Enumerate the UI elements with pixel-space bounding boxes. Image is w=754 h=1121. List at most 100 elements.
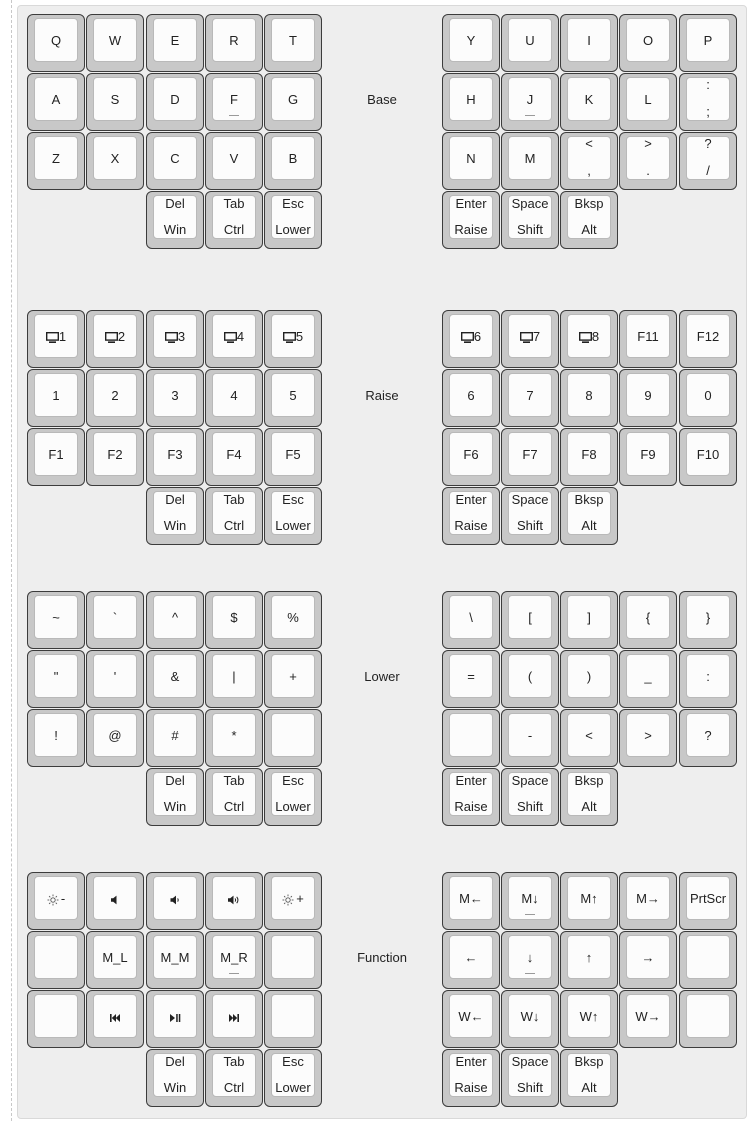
key-label: F4 — [226, 447, 242, 462]
key-label: - — [28, 891, 84, 907]
key-function-right-r1-c3: → — [619, 931, 677, 989]
layer-name-function: Function — [357, 950, 407, 965]
desktop-icon — [164, 329, 178, 344]
prev-track-icon — [109, 1009, 121, 1024]
key-raise-left-r0-c0: 1 — [27, 310, 85, 368]
key-label: 7 — [502, 329, 558, 345]
key-hold-label: Ctrl — [223, 222, 245, 237]
key-label: M← — [459, 891, 483, 906]
key-label: M_M — [160, 950, 190, 965]
key-label: W↑ — [579, 1009, 599, 1024]
key-label: - — [527, 728, 533, 743]
key-label: 7 — [526, 388, 534, 403]
key-function-left-r0-c4: + — [264, 872, 322, 930]
key-label — [206, 1009, 262, 1025]
key-label: M_R — [220, 950, 248, 965]
key-tap-label: Space — [511, 196, 549, 211]
play-pause-icon — [169, 1009, 181, 1024]
key-function-left-r0-c2 — [146, 872, 204, 930]
key-label: X — [110, 151, 120, 166]
key-lower-left-r0-c1: ` — [86, 591, 144, 649]
key-base-right-r0-c2: I — [560, 14, 618, 72]
homing-bar — [525, 973, 535, 974]
key-raise-left-r2-c2: F3 — [146, 428, 204, 486]
key-label: T — [289, 33, 297, 48]
key-label: F11 — [637, 329, 659, 344]
desktop-icon — [223, 329, 237, 344]
keycap — [271, 935, 315, 979]
key-label: 0 — [704, 388, 712, 403]
thumb-key-raise-left-1: Tab Ctrl — [205, 487, 263, 545]
thumb-key-base-left-0: Del Win — [146, 191, 204, 249]
homing-bar — [525, 914, 535, 915]
key-label: ↓ — [526, 950, 534, 965]
key-label: # — [171, 728, 179, 743]
key-raise-left-r2-c0: F1 — [27, 428, 85, 486]
key-tap-label: Tab — [223, 1054, 245, 1069]
key-label: 4 — [230, 388, 238, 403]
key-base-left-r0-c1: W — [86, 14, 144, 72]
key-hold-label: Shift — [516, 799, 543, 814]
key-base-right-r2-c2: <, — [560, 132, 618, 190]
key-hold-label: Lower — [275, 1080, 311, 1095]
key-label: ! — [54, 728, 58, 743]
key-base-right-r0-c3: O — [619, 14, 677, 72]
key-label: W← — [458, 1009, 484, 1024]
desktop-icon — [282, 329, 296, 344]
thumb-key-lower-left-2: Esc Lower — [264, 768, 322, 826]
key-raise-right-r2-c3: F9 — [619, 428, 677, 486]
key-label: 4 — [206, 329, 262, 345]
key-label: Z — [52, 151, 60, 166]
key-raise-left-r2-c3: F4 — [205, 428, 263, 486]
desktop-icon — [45, 329, 59, 344]
key-lower-left-r1-c2: & — [146, 650, 204, 708]
key-tap-label: Esc — [282, 492, 304, 507]
keycap — [34, 994, 78, 1038]
key-label: ↑ — [585, 950, 593, 965]
key-lower-right-r2-c4: ? — [679, 709, 737, 767]
key-function-right-r1-c0: ← — [442, 931, 500, 989]
key-label: 9 — [644, 388, 652, 403]
homing-bar — [229, 115, 239, 116]
key-raise-left-r1-c3: 4 — [205, 369, 263, 427]
key-label-text: 7 — [532, 329, 541, 344]
key-lower-right-r1-c0: = — [442, 650, 500, 708]
key-hold-label: Shift — [516, 1080, 543, 1095]
key-base-left-r1-c2: D — [146, 73, 204, 131]
key-base-right-r2-c1: M — [501, 132, 559, 190]
key-label: M↑ — [580, 891, 598, 906]
key-label: F — [230, 92, 238, 107]
key-function-right-r2-c2: W↑ — [560, 990, 618, 1048]
key-function-left-r2-c3 — [205, 990, 263, 1048]
key-label-text: - — [60, 891, 66, 906]
key-hold-label: Ctrl — [223, 1080, 245, 1095]
key-base-right-r2-c3: >. — [619, 132, 677, 190]
key-label: 3 — [171, 388, 179, 403]
key-label: : — [706, 669, 710, 684]
key-label: 2 — [87, 329, 143, 345]
thumb-key-raise-right-1: Space Shift — [501, 487, 559, 545]
thumb-key-lower-left-0: Del Win — [146, 768, 204, 826]
key-tap-label: Tab — [223, 492, 245, 507]
homing-bar — [229, 973, 239, 974]
key-label: F8 — [581, 447, 597, 462]
key-base-left-r2-c3: V — [205, 132, 263, 190]
frame-dashed-border — [11, 0, 12, 1121]
key-lower-right-r0-c4: } — [679, 591, 737, 649]
keycap — [449, 713, 493, 757]
key-base-left-r0-c4: T — [264, 14, 322, 72]
key-label: _ — [644, 669, 652, 684]
key-label — [87, 891, 143, 907]
key-lower-left-r0-c3: $ — [205, 591, 263, 649]
key-tap-label: Esc — [282, 1054, 304, 1069]
key-lower-right-r2-c0 — [442, 709, 500, 767]
key-label: E — [170, 33, 180, 48]
thumb-key-raise-right-0: Enter Raise — [442, 487, 500, 545]
brightness-icon — [282, 891, 294, 906]
thumb-key-raise-left-2: Esc Lower — [264, 487, 322, 545]
key-base-right-r0-c0: Y — [442, 14, 500, 72]
key-raise-right-r1-c4: 0 — [679, 369, 737, 427]
key-base-left-r1-c0: A — [27, 73, 85, 131]
key-lower-right-r2-c2: < — [560, 709, 618, 767]
key-hold-label: Lower — [275, 222, 311, 237]
